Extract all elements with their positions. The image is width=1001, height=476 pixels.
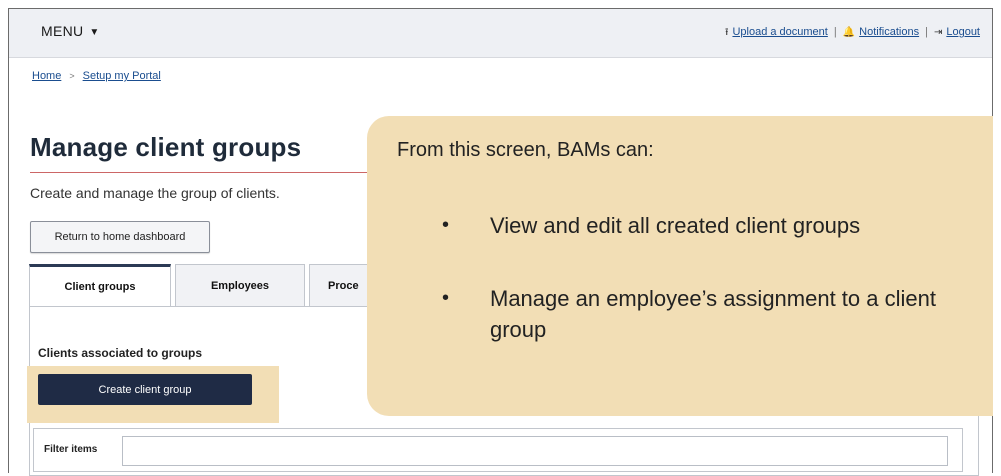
breadcrumb-current-link[interactable]: Setup my Portal <box>83 70 161 82</box>
breadcrumb-home-link[interactable]: Home <box>32 70 61 82</box>
logout-icon: ⇥ <box>933 27 943 38</box>
bullet-dot: • <box>442 287 450 309</box>
upload-icon: ⭱ <box>724 27 729 38</box>
create-client-group-button[interactable]: Create client group <box>38 374 252 405</box>
menu-label: MENU <box>41 23 84 39</box>
upload-document-link[interactable]: Upload a document <box>732 26 827 38</box>
header-links: ⭱ Upload a document | 🔔 Notifications | ⇥ Logou… <box>725 25 980 42</box>
tab-client-groups[interactable]: Client groups <box>29 264 171 307</box>
filter-label: Filter items <box>44 444 98 455</box>
tab-employees[interactable]: Employees <box>175 264 305 306</box>
callout-bullet-text: View and edit all created client groups <box>490 213 861 238</box>
chevron-right-icon: > <box>69 71 75 81</box>
callout-bullet-text: Manage an employee’s assignment to a cli… <box>490 286 936 342</box>
top-bar: MENU ▼ ⭱ Upload a document | 🔔 Notifications |… <box>9 9 992 58</box>
bell-icon: 🔔 <box>842 27 856 38</box>
page-subtitle: Create and manage the group of clients. <box>30 185 280 201</box>
section-label: Clients associated to groups <box>38 346 203 360</box>
bullet-dot: • <box>442 214 450 236</box>
header-separator: | <box>833 26 837 38</box>
header-separator: | <box>925 26 928 38</box>
menu-button[interactable]: MENU ▼ <box>41 23 100 39</box>
callout-bullet: • Manage an employee’s assignment to a cl… <box>442 283 990 345</box>
chevron-down-icon: ▼ <box>89 27 100 38</box>
page-title: Manage client groups <box>30 132 302 162</box>
notifications-link[interactable]: Notifications <box>859 26 919 38</box>
logout-link[interactable]: Logout <box>946 26 980 38</box>
return-to-dashboard-button[interactable]: Return to home dashboard <box>30 221 210 253</box>
title-divider <box>30 172 380 173</box>
callout-heading: From this screen, BAMs can: <box>397 139 654 161</box>
breadcrumb: Home > Setup my Portal <box>32 70 161 82</box>
filter-input[interactable] <box>122 436 948 466</box>
callout-bullet: • View and edit all created client groups <box>442 210 861 241</box>
